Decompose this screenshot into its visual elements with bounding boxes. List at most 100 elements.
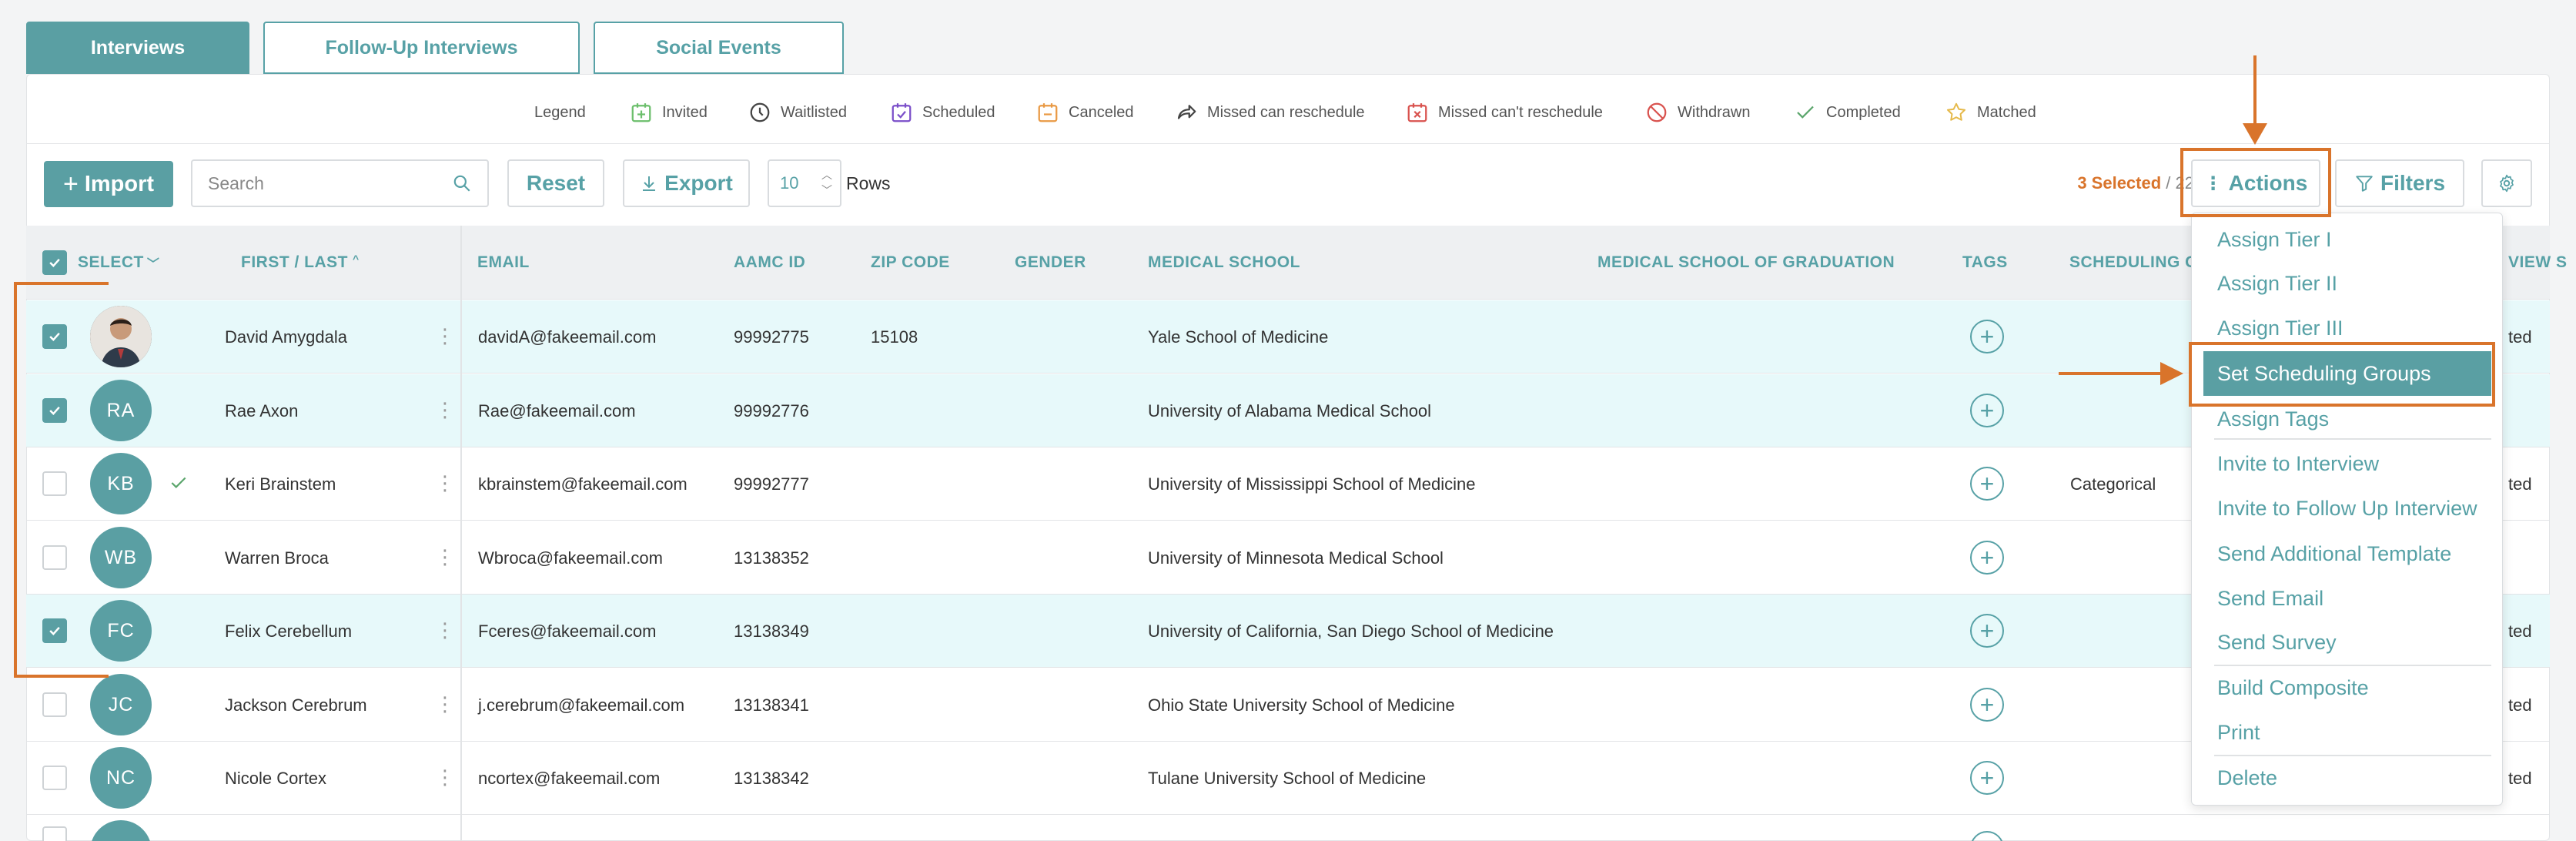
- legend-item-waitlisted: Waitlisted: [748, 97, 847, 128]
- chevron-up-icon[interactable]: ︿: [821, 167, 832, 183]
- export-label: Export: [664, 171, 733, 195]
- annotation-arrow-right: [2059, 372, 2166, 375]
- table-row[interactable]: [26, 816, 2550, 831]
- menu-item-assign-tier-ii[interactable]: Assign Tier II: [2217, 264, 2337, 303]
- clock-icon: [750, 102, 770, 122]
- cell-aamc-id: 99992777: [734, 474, 809, 494]
- cell-aamc-id: 13138341: [734, 695, 809, 715]
- row-menu-icon[interactable]: ⋮: [435, 398, 455, 422]
- download-icon: [643, 176, 656, 191]
- row-checkbox[interactable]: [42, 766, 67, 790]
- column-header-zip-code[interactable]: ZIP CODE: [871, 226, 950, 300]
- cell-name[interactable]: David Amygdala: [225, 300, 347, 374]
- legend-label: Missed can reschedule: [1207, 103, 1365, 121]
- menu-item-assign-tier-i[interactable]: Assign Tier I: [2217, 220, 2332, 259]
- row-checkbox[interactable]: [42, 692, 67, 717]
- avatar: KB: [90, 453, 152, 514]
- legend-title: Legend: [534, 103, 586, 121]
- person-photo-icon: [90, 306, 152, 367]
- search-input[interactable]: Search: [191, 159, 489, 207]
- column-header-gender[interactable]: GENDER: [1015, 226, 1086, 300]
- cell-name[interactable]: Felix Cerebellum: [225, 595, 352, 668]
- column-header-interview-status[interactable]: VIEW S: [2508, 226, 2568, 300]
- column-header-medical-school-of-graduation[interactable]: MEDICAL SCHOOL OF GRADUATION: [1597, 226, 1895, 300]
- cell-name[interactable]: Jackson Cerebrum: [225, 668, 367, 742]
- settings-button[interactable]: [2481, 159, 2532, 207]
- export-button[interactable]: Export: [623, 159, 750, 207]
- selected-count: 3 Selected: [2077, 173, 2162, 193]
- menu-item-send-additional-template[interactable]: Send Additional Template: [2217, 534, 2451, 573]
- column-header-scheduling[interactable]: SCHEDULING G: [2069, 226, 2198, 300]
- reset-button[interactable]: Reset: [507, 159, 604, 207]
- cell-aamc-id: 13138352: [734, 548, 809, 568]
- completed-check-icon: [171, 477, 186, 488]
- legend-item-canceled: Canceled: [1036, 97, 1134, 128]
- legend-item-scheduled: Scheduled: [890, 97, 995, 128]
- annotation-bracket-bottom: [14, 675, 109, 678]
- menu-item-invite-to-interview[interactable]: Invite to Interview: [2217, 444, 2379, 483]
- menu-item-delete[interactable]: Delete: [2217, 759, 2277, 797]
- row-menu-icon[interactable]: ⋮: [435, 545, 455, 569]
- menu-item-invite-to-follow-up-interview[interactable]: Invite to Follow Up Interview: [2217, 489, 2477, 528]
- chevron-down-icon: ﹀: [146, 258, 160, 271]
- plus-icon: +: [62, 169, 79, 199]
- cell-medical-school: Ohio State University School of Medicine: [1148, 695, 1455, 715]
- rows-per-page-stepper[interactable]: 10 ︿ ﹀: [768, 159, 841, 207]
- avatar: WB: [90, 527, 152, 588]
- avatar: JC: [90, 674, 152, 735]
- menu-item-print[interactable]: Print: [2217, 713, 2260, 752]
- select-all-checkbox[interactable]: [42, 250, 67, 275]
- cell-interview-status: ted: [2508, 768, 2532, 788]
- column-header-email[interactable]: EMAIL: [477, 226, 530, 300]
- cell-name[interactable]: Nicole Cortex: [225, 742, 326, 815]
- cell-name[interactable]: Rae Axon: [225, 374, 298, 447]
- tab-interviews[interactable]: Interviews: [26, 22, 249, 74]
- column-header-medical-school[interactable]: MEDICAL SCHOOL: [1148, 226, 1300, 300]
- tab-social-events[interactable]: Social Events: [594, 22, 844, 74]
- menu-item-build-composite[interactable]: Build Composite: [2217, 668, 2369, 707]
- row-menu-icon[interactable]: ⋮: [435, 618, 455, 642]
- annotation-bracket: [14, 282, 17, 678]
- cell-name[interactable]: Keri Brainstem: [225, 447, 336, 521]
- row-checkbox[interactable]: [42, 471, 67, 496]
- row-checkbox[interactable]: [42, 545, 67, 570]
- add-tag-button[interactable]: +: [1970, 761, 2004, 795]
- column-header-select[interactable]: SELECT ﹀: [78, 226, 159, 300]
- row-checkbox[interactable]: [42, 826, 67, 841]
- search-placeholder: Search: [208, 173, 264, 193]
- row-menu-icon[interactable]: ⋮: [435, 471, 455, 495]
- import-button[interactable]: + Import: [44, 161, 173, 207]
- checkmark-icon: [49, 406, 60, 415]
- row-menu-icon[interactable]: ⋮: [435, 766, 455, 789]
- cell-email: j.cerebrum@fakeemail.com: [478, 695, 685, 715]
- column-header-name[interactable]: FIRST / LAST ^: [241, 226, 360, 300]
- gear-icon: [2500, 174, 2514, 193]
- filters-button[interactable]: Filters: [2335, 159, 2464, 207]
- add-tag-button[interactable]: +: [1970, 320, 2004, 353]
- menu-item-send-email[interactable]: Send Email: [2217, 579, 2323, 618]
- row-checkbox[interactable]: [42, 618, 67, 643]
- add-tag-button[interactable]: +: [1970, 614, 2004, 648]
- cell-email: Wbroca@fakeemail.com: [478, 548, 663, 568]
- tab-follow-up-interviews[interactable]: Follow-Up Interviews: [263, 22, 580, 74]
- add-tag-button[interactable]: +: [1970, 467, 2004, 501]
- column-header-aamc-id[interactable]: AAMC ID: [734, 226, 805, 300]
- add-tag-button[interactable]: +: [1970, 394, 2004, 427]
- cell-medical-school: University of Mississippi School of Medi…: [1148, 474, 1476, 494]
- cell-aamc-id: 99992776: [734, 400, 809, 420]
- menu-item-send-survey[interactable]: Send Survey: [2217, 623, 2337, 662]
- arrow-head-down-icon: [2243, 123, 2267, 145]
- row-menu-icon[interactable]: ⋮: [435, 324, 455, 348]
- legend-label: Invited: [662, 103, 708, 121]
- add-tag-button[interactable]: +: [1970, 541, 2004, 575]
- filter-icon: [2356, 176, 2373, 192]
- cell-name[interactable]: Warren Broca: [225, 521, 329, 595]
- column-header-tags[interactable]: TAGS: [1962, 226, 2008, 300]
- add-tag-button[interactable]: +: [1970, 688, 2004, 722]
- row-checkbox[interactable]: [42, 324, 67, 349]
- menu-divider: [2214, 665, 2491, 666]
- row-menu-icon[interactable]: ⋮: [435, 692, 455, 716]
- legend-label: Waitlisted: [781, 103, 847, 121]
- row-checkbox[interactable]: [42, 398, 67, 423]
- chevron-down-icon[interactable]: ﹀: [821, 183, 832, 198]
